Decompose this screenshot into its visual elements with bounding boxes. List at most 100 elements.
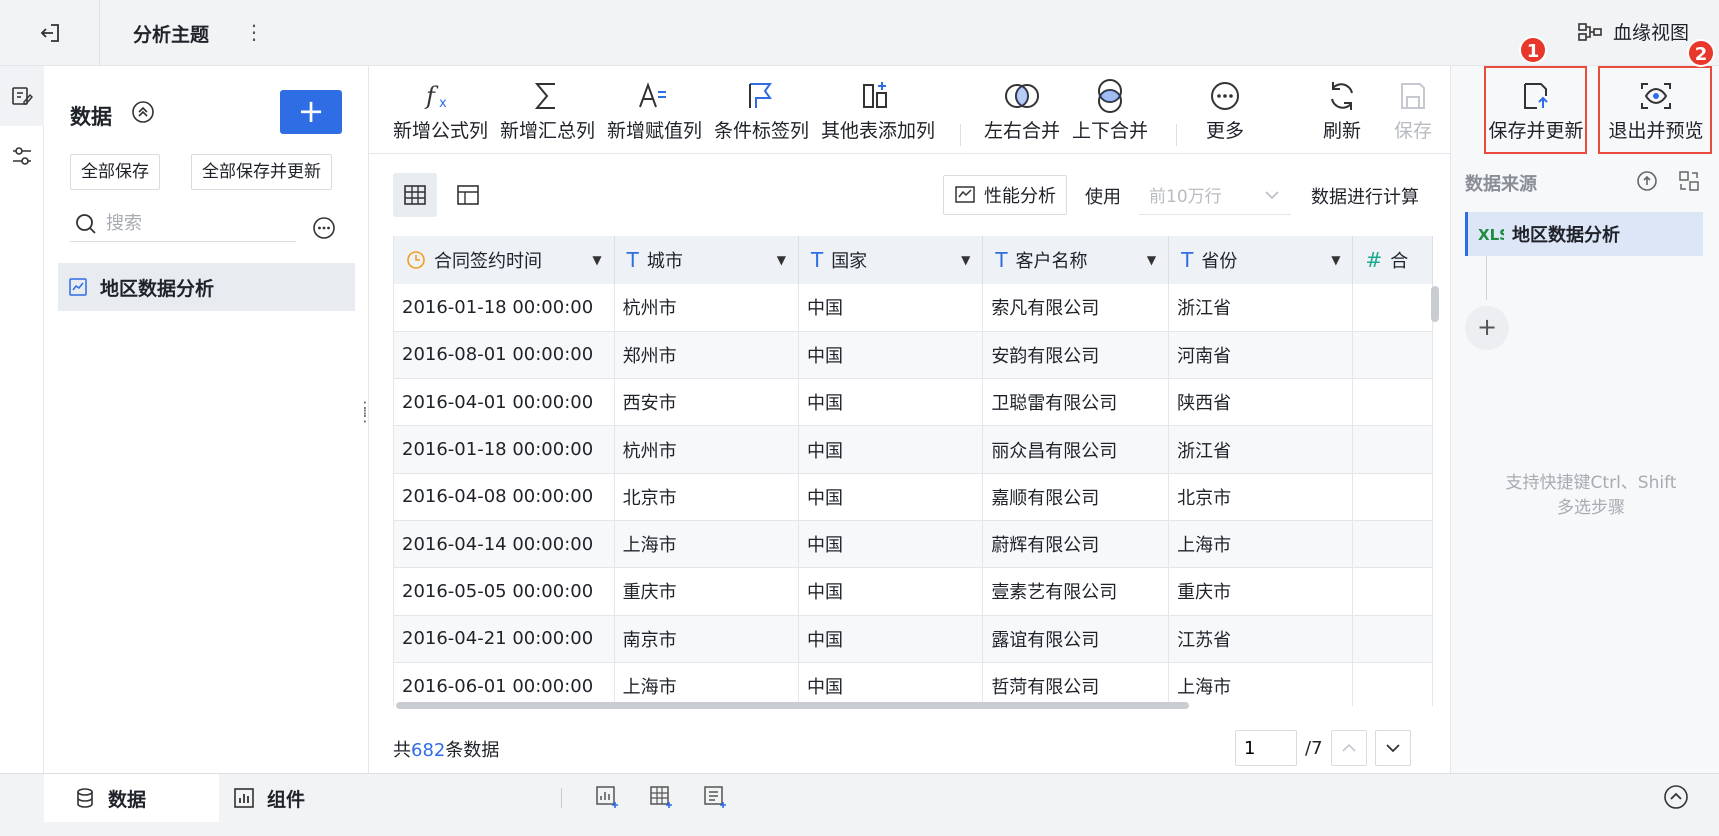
table-cell[interactable]: 重庆市 <box>1168 567 1354 616</box>
layout-view-button[interactable] <box>446 173 490 217</box>
grid-view-button[interactable] <box>393 173 437 217</box>
table-cell[interactable]: 陕西省 <box>1168 378 1354 427</box>
table-cell[interactable]: 2016-06-01 00:00:00 <box>394 662 615 706</box>
table-cell[interactable]: 北京市 <box>1168 473 1354 521</box>
table-row[interactable]: 2016-04-21 00:00:00 南京市 中国 露谊有限公司 江苏省 <box>394 615 1433 663</box>
table-cell[interactable]: 中国 <box>798 615 984 663</box>
page-number-input[interactable] <box>1235 730 1297 766</box>
collapse-panel-icon[interactable] <box>1663 784 1689 815</box>
caret-down-icon[interactable]: ▼ <box>961 253 970 267</box>
tab-component[interactable]: 组件 <box>219 774 305 822</box>
column-header[interactable]: T 国家 ▼ <box>798 236 984 284</box>
table-cell[interactable]: 南京市 <box>614 615 799 663</box>
table-cell[interactable]: 杭州市 <box>614 425 799 474</box>
table-cell[interactable]: 中国 <box>798 378 984 427</box>
tab-data[interactable]: 数据 <box>44 774 219 822</box>
table-cell[interactable]: 嘉顺有限公司 <box>982 473 1170 521</box>
table-cell[interactable]: 重庆市 <box>614 567 799 616</box>
search-input[interactable] <box>106 213 286 234</box>
rail-settings-button[interactable] <box>0 126 44 186</box>
horizontal-merge-button[interactable]: 左右合并 <box>983 74 1061 150</box>
table-cell[interactable]: 安韵有限公司 <box>982 331 1170 380</box>
add-table-icon[interactable] <box>648 784 674 810</box>
table-cell[interactable]: 中国 <box>798 473 984 521</box>
table-cell[interactable]: 2016-04-01 00:00:00 <box>394 378 615 427</box>
row-limit-select[interactable]: 前10万行 <box>1139 175 1291 215</box>
more-button[interactable]: 更多 <box>1189 74 1261 150</box>
save-all-update-button[interactable]: 全部保存并更新 <box>191 154 332 190</box>
column-header[interactable]: 合同签约时间 ▼ <box>394 236 615 284</box>
table-cell[interactable] <box>1352 473 1433 521</box>
column-header[interactable]: T 省份 ▼ <box>1168 236 1354 284</box>
table-cell[interactable] <box>1352 520 1433 569</box>
caret-down-icon[interactable]: ▼ <box>1147 253 1156 267</box>
prev-page-button[interactable] <box>1330 730 1367 766</box>
table-cell[interactable]: 2016-01-18 00:00:00 <box>394 284 615 332</box>
table-cell[interactable]: 上海市 <box>614 662 799 706</box>
table-row[interactable]: 2016-04-14 00:00:00 上海市 中国 蔚辉有限公司 上海市 <box>394 520 1433 569</box>
add-summary-column-button[interactable]: 新增汇总列 <box>500 74 595 150</box>
add-dataset-button[interactable]: + <box>280 90 342 134</box>
table-cell[interactable]: 2016-01-18 00:00:00 <box>394 425 615 474</box>
column-header[interactable]: T 客户名称 ▼ <box>982 236 1170 284</box>
table-cell[interactable]: 哲菏有限公司 <box>982 662 1170 706</box>
table-cell[interactable]: 江苏省 <box>1168 615 1354 663</box>
table-cell[interactable] <box>1352 567 1433 616</box>
table-cell[interactable]: 浙江省 <box>1168 425 1354 474</box>
table-cell[interactable]: 郑州市 <box>614 331 799 380</box>
table-row[interactable]: 2016-01-18 00:00:00 杭州市 中国 索凡有限公司 浙江省 <box>394 284 1433 332</box>
table-cell[interactable] <box>1352 284 1433 332</box>
add-chart-icon[interactable] <box>594 784 620 810</box>
next-page-button[interactable] <box>1374 730 1411 766</box>
table-row[interactable]: 2016-05-05 00:00:00 重庆市 中国 壹素艺有限公司 重庆市 <box>394 567 1433 616</box>
table-row[interactable]: 2016-04-01 00:00:00 西安市 中国 卫聪雷有限公司 陕西省 <box>394 378 1433 427</box>
table-cell[interactable]: 2016-04-21 00:00:00 <box>394 615 615 663</box>
lineage-view-button[interactable]: 血缘视图 <box>1577 18 1689 45</box>
table-cell[interactable]: 北京市 <box>614 473 799 521</box>
vertical-scrollbar[interactable] <box>1431 286 1439 322</box>
column-header[interactable]: T 城市 ▼ <box>614 236 799 284</box>
table-cell[interactable]: 上海市 <box>614 520 799 569</box>
table-row[interactable]: 2016-08-01 00:00:00 郑州市 中国 安韵有限公司 河南省 <box>394 331 1433 380</box>
table-cell[interactable]: 2016-08-01 00:00:00 <box>394 331 615 380</box>
table-cell[interactable] <box>1352 378 1433 427</box>
table-cell[interactable] <box>1352 331 1433 380</box>
more-options-icon[interactable] <box>312 216 336 245</box>
table-cell[interactable]: 索凡有限公司 <box>982 284 1170 332</box>
table-cell[interactable] <box>1352 615 1433 663</box>
table-cell[interactable] <box>1352 662 1433 706</box>
table-cell[interactable]: 卫聪雷有限公司 <box>982 378 1170 427</box>
add-formula-column-button[interactable]: fx 新增公式列 <box>393 74 488 150</box>
table-cell[interactable]: 中国 <box>798 284 984 332</box>
collapse-up-icon[interactable] <box>131 100 155 129</box>
table-cell[interactable]: 中国 <box>798 425 984 474</box>
table-cell[interactable]: 中国 <box>798 662 984 706</box>
condition-tag-column-button[interactable]: 条件标签列 <box>714 74 809 150</box>
add-assign-column-button[interactable]: 新增赋值列 <box>607 74 702 150</box>
step-item[interactable]: XLS 地区数据分析 <box>1465 212 1703 256</box>
table-cell[interactable]: 中国 <box>798 331 984 380</box>
save-button[interactable]: 保存 <box>1385 74 1441 150</box>
back-icon[interactable] <box>38 20 64 46</box>
table-cell[interactable]: 上海市 <box>1168 662 1354 706</box>
caret-down-icon[interactable]: ▼ <box>1331 253 1340 267</box>
table-cell[interactable]: 2016-04-14 00:00:00 <box>394 520 615 569</box>
add-text-icon[interactable] <box>702 784 728 810</box>
add-column-from-table-button[interactable]: 其他表添加列 <box>821 74 935 150</box>
table-cell[interactable]: 中国 <box>798 520 984 569</box>
rail-data-button[interactable] <box>0 66 44 126</box>
table-row[interactable]: 2016-01-18 00:00:00 杭州市 中国 丽众昌有限公司 浙江省 <box>394 425 1433 474</box>
table-cell[interactable] <box>1352 425 1433 474</box>
table-cell[interactable]: 露谊有限公司 <box>982 615 1170 663</box>
more-vertical-icon[interactable]: ⋮ <box>244 20 264 46</box>
table-cell[interactable]: 2016-05-05 00:00:00 <box>394 567 615 616</box>
caret-down-icon[interactable]: ▼ <box>592 253 601 267</box>
table-cell[interactable]: 2016-04-08 00:00:00 <box>394 473 615 521</box>
performance-analysis-button[interactable]: 性能分析 <box>943 175 1067 215</box>
table-cell[interactable]: 丽众昌有限公司 <box>982 425 1170 474</box>
add-step-button[interactable]: + <box>1465 306 1509 350</box>
table-cell[interactable]: 中国 <box>798 567 984 616</box>
table-cell[interactable]: 河南省 <box>1168 331 1354 380</box>
dataset-item[interactable]: 地区数据分析 <box>58 263 355 311</box>
caret-down-icon[interactable]: ▼ <box>777 253 786 267</box>
